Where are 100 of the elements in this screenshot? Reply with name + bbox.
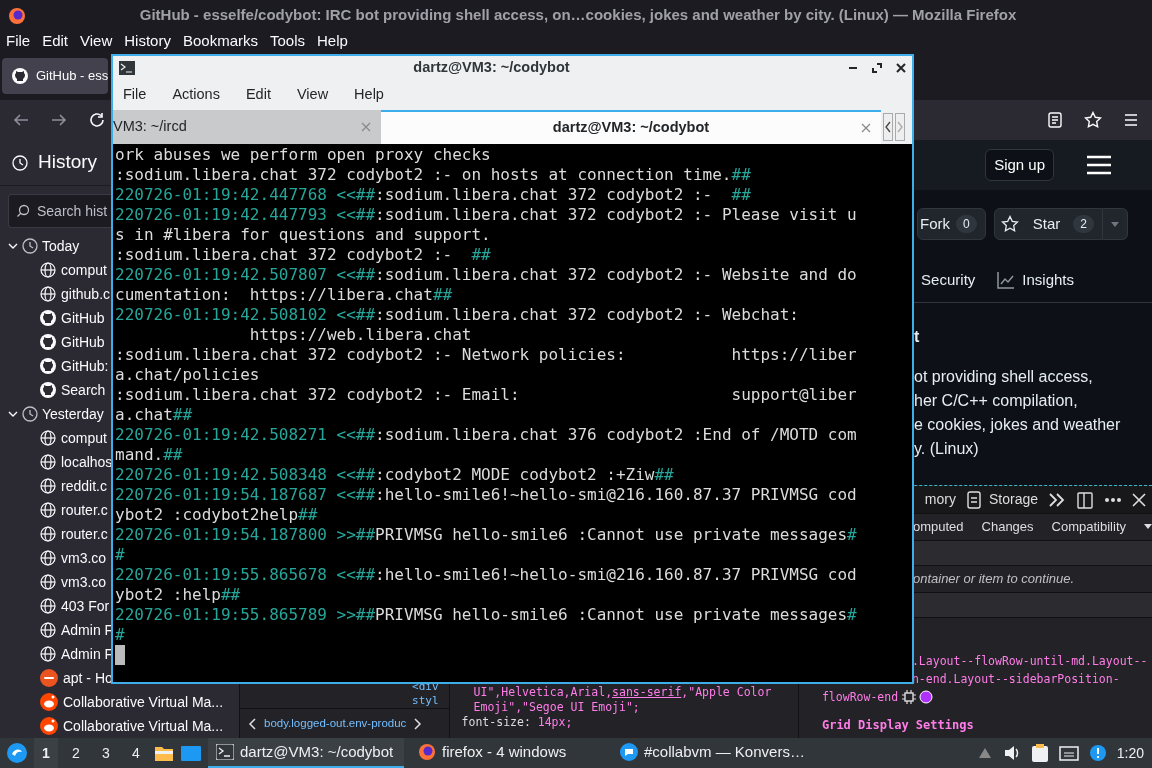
notification-icon[interactable] bbox=[1088, 744, 1107, 762]
github-icon bbox=[40, 310, 56, 326]
terminal-tab[interactable]: dartz@VM3: ~/codybot bbox=[381, 110, 881, 144]
visited-page-link[interactable]: router.c bbox=[0, 522, 108, 546]
fork-button[interactable]: Fork 0 bbox=[917, 207, 986, 241]
visited-page-link[interactable]: comput bbox=[0, 258, 107, 282]
color-dot-icon[interactable] bbox=[919, 690, 934, 704]
menu-item[interactable]: Help bbox=[354, 84, 384, 106]
task-button[interactable]: #collabvm — Konvers… bbox=[612, 738, 813, 768]
visited-page-link[interactable]: Collaborative Virtual Ma... bbox=[0, 714, 224, 738]
terminal-line: 220726-01:19:54.187687 <<##:hello-smile6!~hello-smi@216.160.87.37 PRIVMSG cod bbox=[115, 485, 858, 505]
visited-page-link[interactable]: comput bbox=[0, 426, 107, 450]
terminal-line: mand.## bbox=[115, 445, 184, 465]
visited-page-link[interactable]: 403 For bbox=[0, 594, 110, 618]
clock-icon bbox=[12, 154, 28, 171]
menu-item[interactable]: View bbox=[80, 29, 113, 53]
globe-icon bbox=[40, 454, 56, 470]
sidebar-title: History bbox=[38, 150, 98, 175]
terminal-line: ybot2 :codybot2help## bbox=[115, 505, 319, 525]
star-icon[interactable] bbox=[1084, 111, 1102, 129]
tree-group[interactable]: Yesterday bbox=[0, 402, 104, 426]
devtools-tab[interactable]: mory bbox=[924, 489, 956, 510]
caret-icon[interactable] bbox=[1144, 524, 1152, 530]
menu-item[interactable]: File bbox=[6, 29, 31, 53]
reddit-icon bbox=[40, 717, 58, 735]
responsive-icon[interactable] bbox=[1076, 490, 1094, 509]
menu-item[interactable]: File bbox=[123, 84, 147, 106]
panel-tab[interactable]: Compatibility bbox=[1051, 517, 1126, 537]
more-icon[interactable] bbox=[1104, 496, 1122, 503]
menu-item[interactable]: Edit bbox=[245, 84, 271, 106]
terminal-tab[interactable]: VM3: ~/ircd bbox=[113, 110, 381, 144]
chat-icon bbox=[620, 743, 638, 761]
devtools-tab[interactable]: Storage bbox=[965, 489, 1038, 510]
task-button[interactable]: dartz@VM3: ~/codybot bbox=[208, 738, 404, 768]
visited-page-link[interactable]: GitHub bbox=[0, 330, 105, 354]
chevron-icon[interactable] bbox=[8, 241, 18, 251]
panel-tab[interactable]: omputed bbox=[912, 517, 964, 537]
grid-icon[interactable] bbox=[901, 690, 916, 704]
css-value: Emoji","Segoe UI Emoji"; bbox=[472, 700, 641, 715]
globe-icon bbox=[40, 550, 56, 566]
clipboard-icon[interactable] bbox=[1030, 743, 1049, 763]
tree-group[interactable]: Today bbox=[0, 234, 80, 258]
terminal-line: :sodium.libera.chat 372 codybot2 :- ## bbox=[115, 245, 492, 265]
menu-icon[interactable] bbox=[1122, 111, 1140, 129]
network-icon[interactable] bbox=[1058, 744, 1079, 762]
sign-up-button[interactable]: Sign up bbox=[985, 148, 1054, 182]
desktop-switch[interactable]: 1 bbox=[34, 738, 58, 768]
github-icon bbox=[40, 382, 56, 398]
chevrons-icon[interactable] bbox=[1048, 491, 1066, 508]
chevron-icon[interactable] bbox=[8, 409, 18, 419]
close-icon[interactable] bbox=[896, 63, 906, 73]
repo-tab[interactable]: Security bbox=[921, 268, 976, 292]
folder-icon[interactable] bbox=[154, 744, 174, 762]
search-field[interactable]: Search hist bbox=[8, 194, 111, 228]
visited-page-link[interactable]: Collaborative Virtual Ma... bbox=[0, 690, 224, 714]
globe-icon bbox=[40, 646, 56, 662]
css-declaration: font-size: 14px; bbox=[461, 715, 574, 730]
visited-page-link[interactable]: router.c bbox=[0, 498, 108, 522]
terminal-line: 220726-01:19:42.447768 <<##:sodium.libera.chat 372 codybot2 :- ## bbox=[115, 185, 752, 205]
desktop-switch[interactable]: 3 bbox=[94, 738, 118, 768]
menu-item[interactable]: Bookmarks bbox=[182, 29, 258, 53]
terminal-line: 220726-01:19:54.187800 >>##PRIVMSG hello-smile6 :Cannot use private messages# bbox=[115, 525, 858, 545]
visited-page-link[interactable]: github.c bbox=[0, 282, 111, 306]
search-icon bbox=[16, 204, 30, 218]
visited-page-link[interactable]: vm3.co bbox=[0, 570, 107, 594]
start-menu-icon[interactable] bbox=[6, 742, 28, 764]
visited-page-link[interactable]: GitHub bbox=[0, 306, 105, 330]
reader-icon[interactable] bbox=[1046, 111, 1064, 129]
breadcrumb[interactable]: body.logged-out.env-produc bbox=[264, 714, 407, 733]
globe-icon bbox=[40, 430, 56, 446]
visited-page-link[interactable]: localhos bbox=[0, 450, 113, 474]
menu-item[interactable]: View bbox=[296, 84, 329, 106]
visited-page-link[interactable]: GitHub: bbox=[0, 354, 109, 378]
dropdown-button[interactable] bbox=[1103, 207, 1128, 241]
desktop-switch[interactable]: 4 bbox=[124, 738, 148, 768]
reload-icon[interactable] bbox=[88, 111, 106, 129]
desktop-switch[interactable]: 2 bbox=[64, 738, 88, 768]
maximize-icon[interactable] bbox=[872, 63, 882, 73]
terminal-line: 220726-01:19:42.507807 <<##:sodium.libera.chat 372 codybot2 :- Website and do bbox=[115, 265, 858, 285]
visited-page-link[interactable]: reddit.c bbox=[0, 474, 107, 498]
repo-tab[interactable]: Insights bbox=[997, 268, 1074, 292]
menu-item[interactable]: Help bbox=[317, 29, 348, 53]
star-button[interactable]: Star 2 bbox=[993, 207, 1103, 241]
scroll-left-icon[interactable] bbox=[883, 113, 893, 141]
panel-tab[interactable]: Changes bbox=[981, 517, 1034, 537]
terminal-icon bbox=[216, 744, 234, 760]
task-button[interactable]: firefox - 4 windows bbox=[410, 738, 606, 768]
window-title: GitHub - esselfe/codybot: IRC bot providing shell access, on…cookies, jokes and weather by city. (Linux) — Mozilla Firefox bbox=[138, 4, 1018, 25]
visited-page-link[interactable]: Search bbox=[0, 378, 106, 402]
menu-icon[interactable] bbox=[1086, 154, 1112, 176]
terminal-line: 220726-01:19:55.865789 >>##PRIVMSG hello-smile6 :Cannot use private messages# bbox=[115, 605, 858, 625]
visited-page-link[interactable]: vm3.co bbox=[0, 546, 107, 570]
volume-icon[interactable] bbox=[1002, 744, 1021, 762]
menu-item[interactable]: Tools bbox=[270, 29, 305, 53]
desktop-icon[interactable] bbox=[180, 744, 202, 762]
menu-item[interactable]: Actions bbox=[172, 84, 220, 106]
menu-item[interactable]: Edit bbox=[42, 29, 69, 53]
caret-icon bbox=[1111, 221, 1119, 228]
browser-tab[interactable]: GitHub - ess bbox=[2, 58, 109, 94]
menu-item[interactable]: History bbox=[124, 29, 171, 53]
